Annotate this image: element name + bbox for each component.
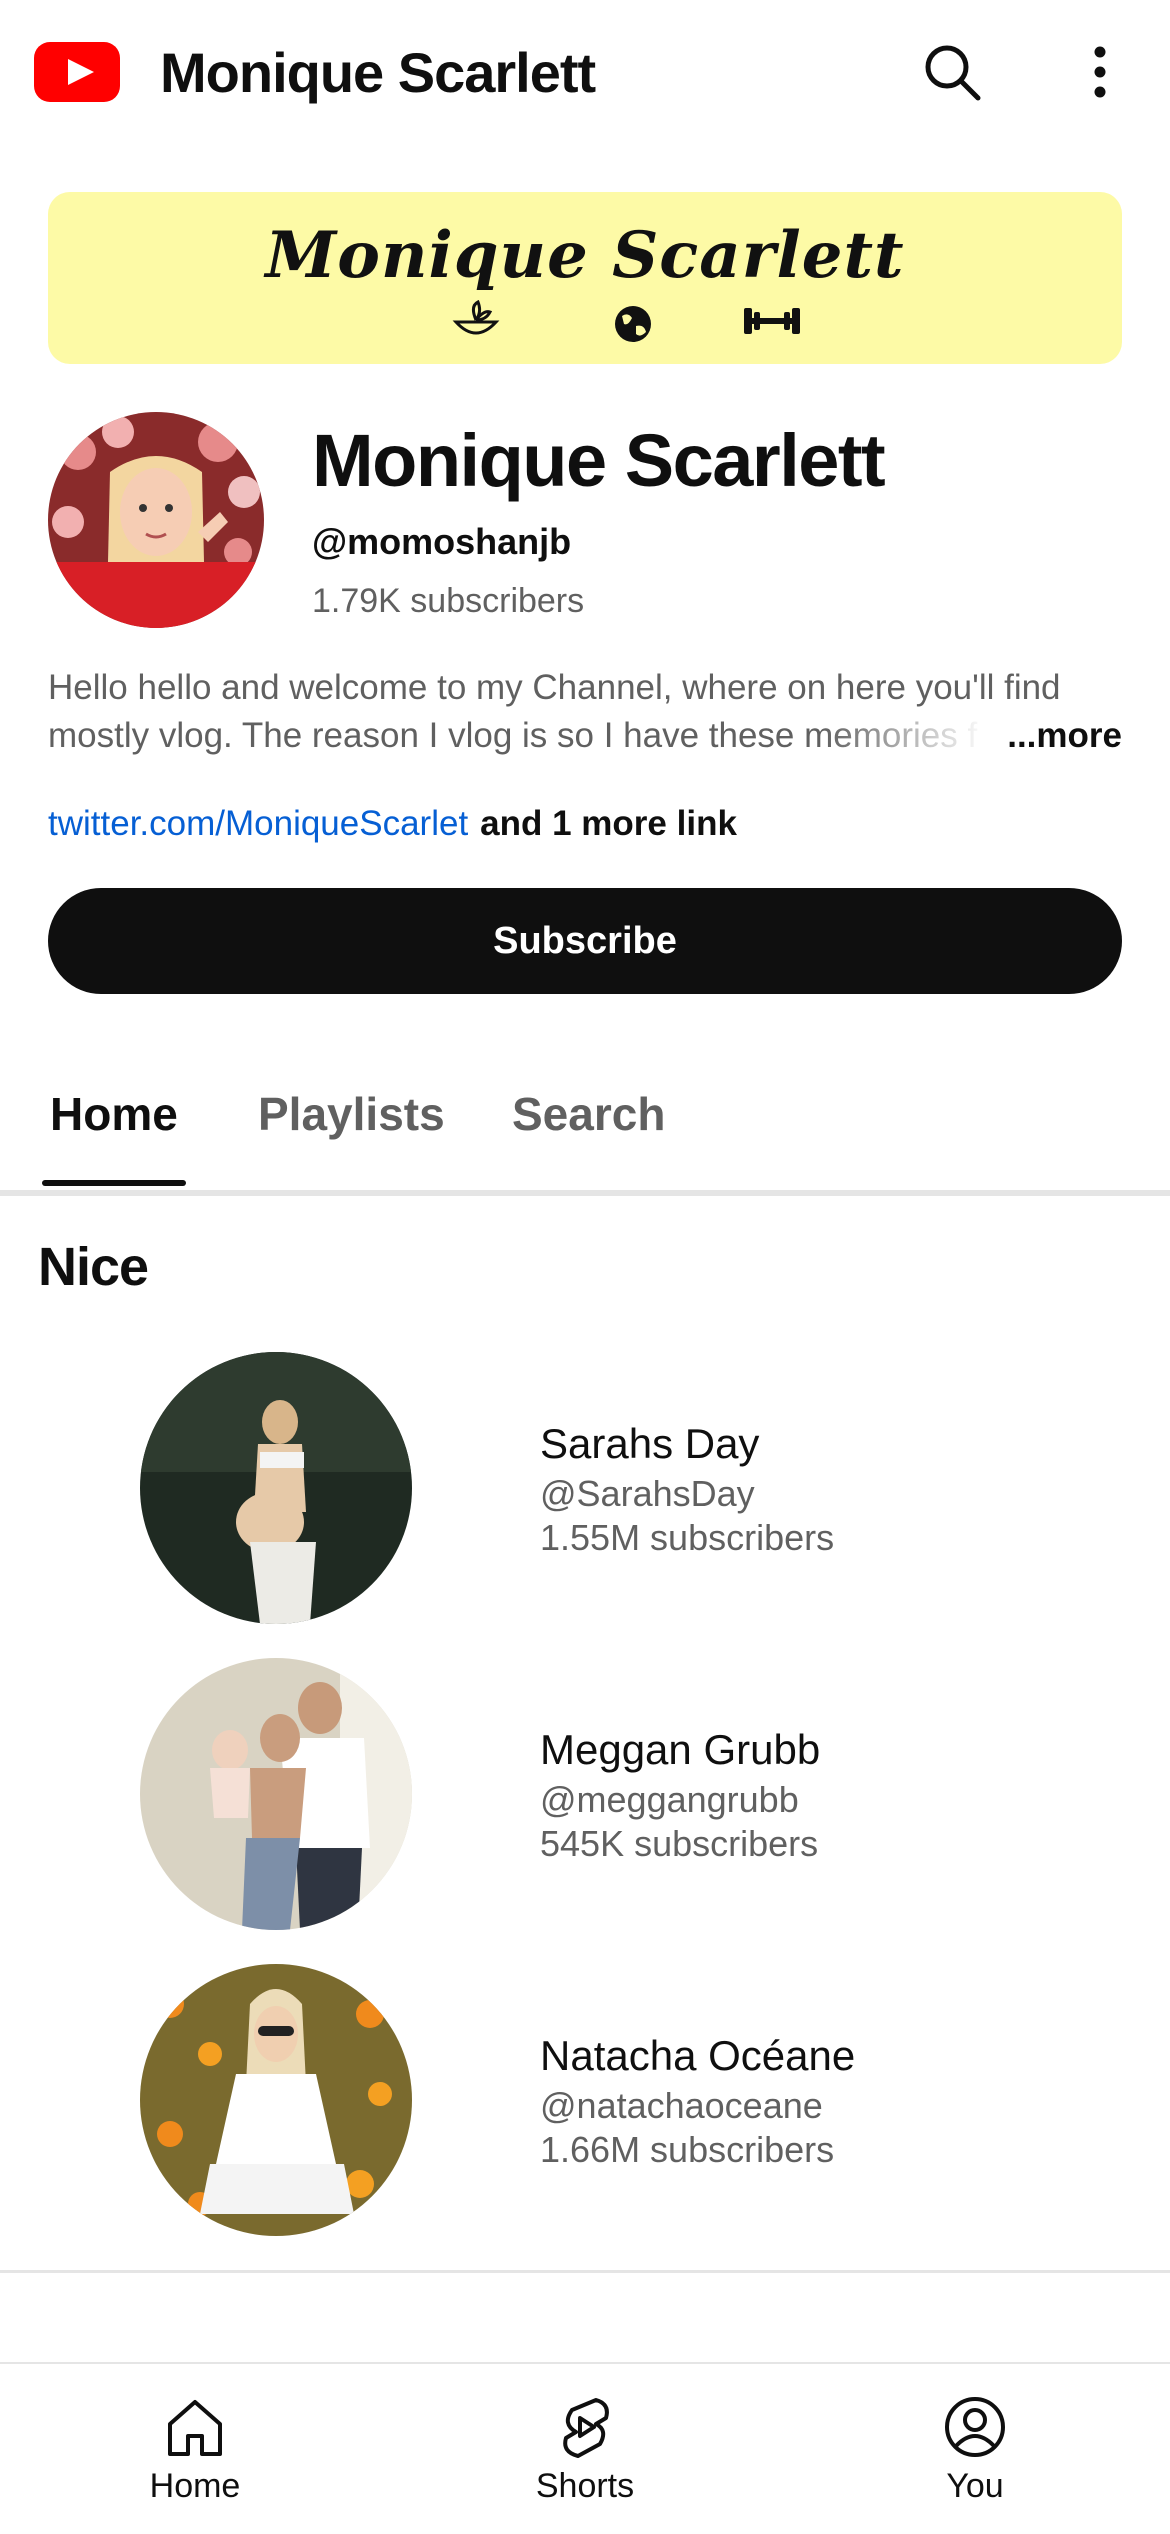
nav-shorts[interactable]: Shorts	[485, 2394, 685, 2508]
nav-you[interactable]: You	[875, 2394, 1075, 2508]
description-line: mostly vlog. The reason I vlog is so I h…	[48, 712, 1122, 760]
links-row: twitter.com/MoniqueScarlet and 1 more lin…	[48, 800, 737, 848]
more-vert-icon[interactable]	[1080, 40, 1120, 104]
tab-home[interactable]: Home	[50, 1084, 178, 1144]
section-divider	[0, 2270, 1170, 2273]
more-link[interactable]: ...more	[1007, 712, 1122, 760]
channel-avatar[interactable]	[48, 412, 264, 628]
globe-icon	[615, 306, 651, 342]
channel-description[interactable]: Hello hello and welcome to my Channel, w…	[48, 664, 1122, 760]
channel-avatar[interactable]	[140, 1964, 412, 2236]
subscribe-button[interactable]: Subscribe	[48, 888, 1122, 994]
featured-channel-handle: @natachaoceane	[540, 2085, 823, 2126]
subscriber-count: 1.79K subscribers	[312, 582, 585, 620]
search-icon[interactable]	[920, 40, 984, 104]
featured-channel-name: Meggan Grubb	[540, 1726, 821, 1773]
channel-name: Monique Scarlett	[312, 419, 886, 502]
dumbbell-icon	[744, 308, 800, 334]
nav-label: Home	[149, 2467, 241, 2505]
shorts-icon	[563, 2398, 609, 2458]
nav-home[interactable]: Home	[95, 2394, 295, 2508]
channel-banner: Monique Scarlett	[48, 192, 1122, 364]
featured-channel-name: Sarahs Day	[540, 1420, 760, 1467]
featured-channel-item[interactable]: Natacha Océane @natachaoceane 1.66M subs…	[0, 1964, 1170, 2244]
youtube-logo-icon[interactable]	[34, 42, 120, 102]
banner-icon-row	[452, 300, 800, 342]
home-icon	[168, 2400, 222, 2456]
more-links-button[interactable]: and 1 more link	[480, 804, 737, 843]
channel-avatar[interactable]	[140, 1658, 412, 1930]
featured-channel-handle: @meggangrubb	[540, 1779, 799, 1820]
featured-channel-item[interactable]: Meggan Grubb @meggangrubb 545K subscribe…	[0, 1658, 1170, 1938]
channel-tabs: Home Playlists Search	[0, 1040, 1170, 1196]
featured-channel-item[interactable]: Sarahs Day @SarahsDay 1.55M subscribers	[0, 1352, 1170, 1632]
featured-channel-subscribers: 545K subscribers	[540, 1823, 819, 1864]
description-line: Hello hello and welcome to my Channel, w…	[48, 668, 1061, 707]
twitter-link[interactable]: twitter.com/MoniqueScarlet	[48, 804, 468, 843]
bottom-navigation: Home Shorts You	[0, 2362, 1170, 2534]
featured-channel-handle: @SarahsDay	[540, 1473, 755, 1514]
tab-playlists[interactable]: Playlists	[258, 1084, 445, 1144]
nav-label: You	[946, 2467, 1004, 2505]
nav-label: Shorts	[535, 2467, 635, 2505]
banner-text: Monique Scarlett	[265, 218, 905, 293]
channel-avatar[interactable]	[140, 1352, 412, 1624]
account-circle-icon	[945, 2397, 1005, 2457]
featured-channel-subscribers: 1.55M subscribers	[540, 1517, 835, 1558]
featured-channel-subscribers: 1.66M subscribers	[540, 2129, 835, 2170]
app-bar-title: Monique Scarlett	[160, 41, 596, 104]
bowl-icon	[452, 300, 500, 335]
channel-handle: @momoshanjb	[312, 521, 572, 562]
featured-channel-name: Natacha Océane	[540, 2032, 856, 2079]
tab-search[interactable]: Search	[512, 1084, 665, 1144]
section-title: Nice	[38, 1237, 149, 1297]
active-tab-indicator	[42, 1180, 186, 1186]
